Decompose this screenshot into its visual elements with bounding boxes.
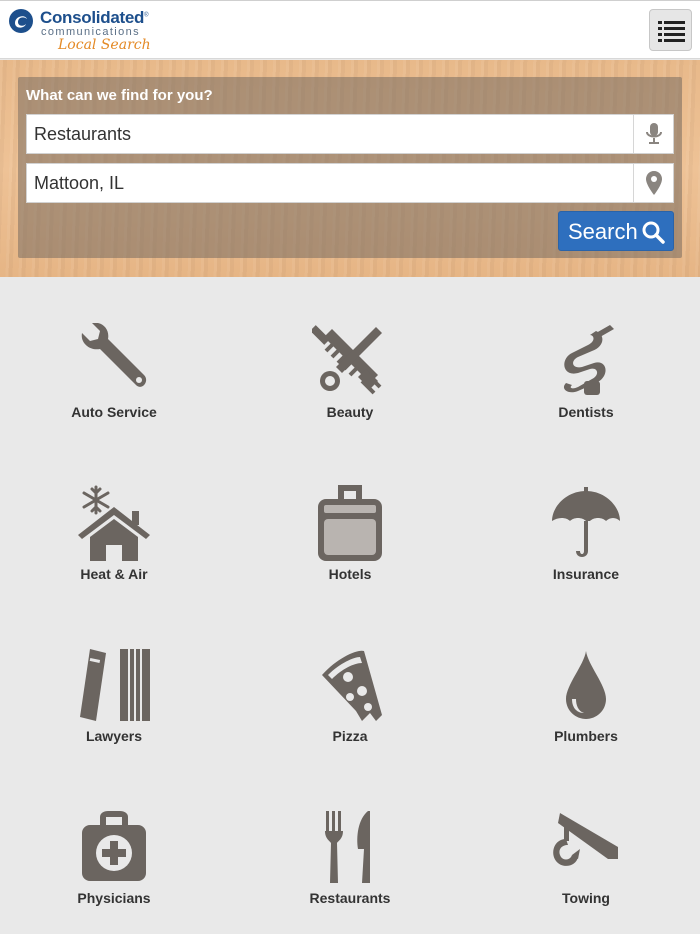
category-label: Auto Service — [71, 404, 157, 420]
current-location-button[interactable] — [633, 164, 673, 202]
search-banner: What can we find for you? Restaurants Ma… — [0, 60, 700, 277]
voice-search-button[interactable] — [633, 115, 673, 153]
suitcase-icon — [318, 485, 382, 561]
fork-knife-icon — [325, 811, 370, 883]
category-physicians[interactable]: Physicians — [14, 809, 214, 934]
list-menu-icon — [658, 21, 685, 42]
logo-product-name: Local Search — [58, 37, 151, 53]
microphone-icon — [645, 123, 662, 144]
category-heat-air[interactable]: Heat & Air — [14, 485, 214, 615]
comb-scissors-icon — [312, 325, 382, 395]
wrench-icon — [81, 323, 147, 387]
category-label: Heat & Air — [80, 566, 148, 582]
category-label: Insurance — [552, 566, 620, 582]
where-field — [26, 163, 674, 203]
map-pin-icon — [645, 171, 662, 195]
category-grid: Auto Service Beauty Dentists Heat & Air … — [0, 277, 700, 934]
what-input[interactable] — [27, 115, 634, 153]
category-label: Dentists — [558, 404, 614, 420]
search-button[interactable]: Search — [558, 211, 674, 251]
category-label: Beauty — [326, 404, 374, 420]
house-snowflake-icon — [78, 485, 150, 561]
category-auto-service[interactable]: Auto Service — [14, 323, 214, 453]
dental-drill-icon — [563, 325, 614, 395]
app-header: Consolidated® communications Local Searc… — [0, 0, 700, 59]
category-label: Towing — [562, 890, 610, 906]
category-label: Pizza — [332, 728, 368, 744]
category-label: Hotels — [328, 566, 372, 582]
first-aid-kit-icon — [82, 811, 146, 881]
search-panel: What can we find for you? Restaurants Ma… — [18, 77, 682, 258]
category-insurance[interactable]: Insurance — [486, 485, 686, 615]
logo-brand: Consolidated® — [40, 8, 149, 27]
tow-hook-icon — [553, 813, 618, 866]
category-lawyers[interactable]: Lawyers — [14, 647, 214, 777]
water-drop-icon — [566, 651, 606, 719]
magnifier-icon — [642, 221, 665, 244]
what-field — [26, 114, 674, 154]
category-plumbers[interactable]: Plumbers — [486, 647, 686, 777]
category-hotels[interactable]: Hotels — [250, 485, 450, 615]
category-label: Physicians — [77, 890, 151, 906]
category-beauty[interactable]: Beauty — [250, 323, 450, 453]
logo-swirl-icon — [9, 9, 33, 33]
category-dentists[interactable]: Dentists — [486, 323, 686, 453]
search-button-label: Search — [568, 219, 638, 244]
category-pizza[interactable]: Pizza — [250, 647, 450, 777]
pizza-slice-icon — [322, 650, 382, 721]
consolidated-logo[interactable]: Consolidated® communications Local Searc… — [8, 6, 168, 56]
category-label: Lawyers — [85, 728, 143, 744]
category-label: Plumbers — [554, 728, 618, 744]
search-heading: What can we find for you? — [26, 87, 213, 104]
category-label: Restaurants — [309, 890, 391, 906]
menu-button[interactable] — [649, 9, 692, 51]
category-restaurants[interactable]: Restaurants — [250, 809, 450, 934]
where-input[interactable] — [27, 164, 634, 202]
umbrella-icon — [552, 487, 620, 557]
category-towing[interactable]: Towing — [486, 809, 686, 934]
law-books-icon — [80, 649, 150, 721]
